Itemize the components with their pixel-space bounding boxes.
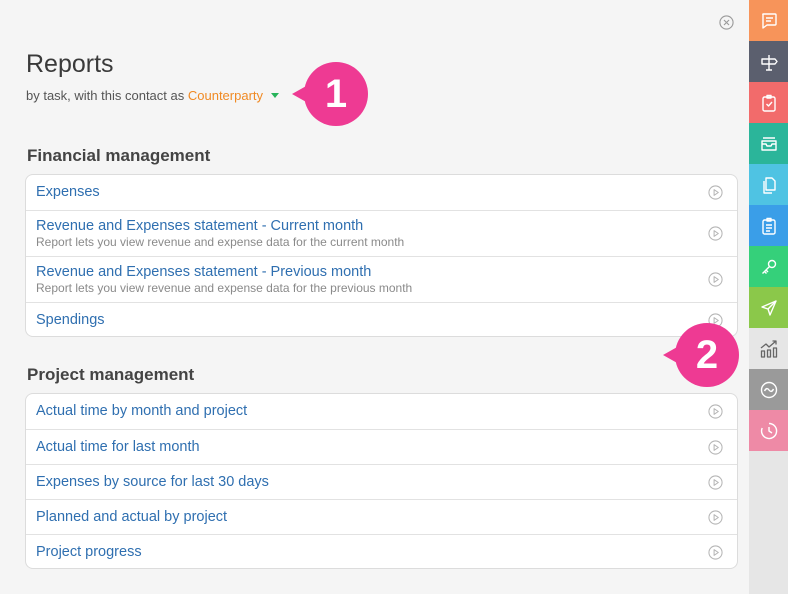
report-label: Revenue and Expenses statement - Current… xyxy=(36,218,364,234)
chat-icon xyxy=(761,12,777,29)
documents-icon xyxy=(762,176,776,194)
report-label: Actual time by month and project xyxy=(36,403,248,419)
report-description: Report lets you view revenue and expense… xyxy=(36,281,413,295)
financial-reports-list: Expenses Revenue and Expenses statement … xyxy=(25,174,738,337)
report-item-expenses-by-source[interactable]: Expenses by source for last 30 days xyxy=(26,464,737,499)
subtitle-prefix: by task, with this contact as xyxy=(26,88,185,103)
play-icon[interactable] xyxy=(708,475,723,490)
callout-badge-1: 1 xyxy=(292,62,368,126)
play-icon[interactable] xyxy=(708,226,723,241)
project-reports-list: Actual time by month and project Actual … xyxy=(25,393,738,569)
report-item-project-progress[interactable]: Project progress xyxy=(26,534,737,568)
report-label: Expenses xyxy=(36,184,100,200)
section-title-project: Project management xyxy=(27,365,195,384)
sidebar-item-inbox[interactable] xyxy=(749,123,788,164)
sidebar-item-activity[interactable] xyxy=(749,369,788,410)
play-icon[interactable] xyxy=(708,510,723,525)
report-item-expenses[interactable]: Expenses xyxy=(26,175,737,210)
section-title-financial: Financial management xyxy=(27,146,211,165)
report-label: Spendings xyxy=(36,312,105,328)
sidebar-item-clipboard[interactable] xyxy=(749,205,788,246)
send-icon xyxy=(760,299,777,316)
subtitle: by task, with this contact as Counterpar… xyxy=(26,88,280,103)
report-item-planned-and-actual[interactable]: Planned and actual by project xyxy=(26,499,737,534)
close-icon[interactable] xyxy=(719,15,734,30)
sidebar-item-keys[interactable] xyxy=(749,246,788,287)
sidebar-item-signpost[interactable] xyxy=(749,41,788,82)
report-label: Revenue and Expenses statement - Previou… xyxy=(36,264,372,280)
clipboard-icon xyxy=(761,217,776,235)
play-icon[interactable] xyxy=(708,272,723,287)
report-item-revenue-current[interactable]: Revenue and Expenses statement - Current… xyxy=(26,210,737,256)
report-description: Report lets you view revenue and expense… xyxy=(36,235,405,249)
report-label: Expenses by source for last 30 days xyxy=(36,474,269,490)
report-item-actual-time-last-month[interactable]: Actual time for last month xyxy=(26,429,737,464)
key-icon xyxy=(761,259,776,274)
report-item-spendings[interactable]: Spendings xyxy=(26,302,737,336)
report-item-actual-time-by-month[interactable]: Actual time by month and project xyxy=(26,394,737,429)
play-icon[interactable] xyxy=(708,545,723,560)
page-title: Reports xyxy=(26,50,114,78)
counterparty-dropdown[interactable]: Counterparty xyxy=(188,88,263,103)
callout-badge-2: 2 xyxy=(663,323,739,387)
play-icon[interactable] xyxy=(708,404,723,419)
report-item-revenue-previous[interactable]: Revenue and Expenses statement - Previou… xyxy=(26,256,737,302)
sidebar-item-reports[interactable] xyxy=(749,328,788,369)
sidebar-item-documents[interactable] xyxy=(749,164,788,205)
sidebar-item-send[interactable] xyxy=(749,287,788,328)
report-label: Project progress xyxy=(36,544,142,560)
main-panel: Reports by task, with this contact as Co… xyxy=(0,0,749,594)
sidebar xyxy=(749,0,788,594)
report-label: Actual time for last month xyxy=(36,439,200,455)
sidebar-item-chat[interactable] xyxy=(749,0,788,41)
reports-icon xyxy=(760,339,777,358)
chevron-down-icon[interactable] xyxy=(271,93,280,98)
play-icon[interactable] xyxy=(708,185,723,200)
chart-wave-icon xyxy=(760,381,777,398)
report-label: Planned and actual by project xyxy=(36,509,228,525)
signpost-icon xyxy=(760,54,778,71)
sidebar-item-tasks[interactable] xyxy=(749,82,788,123)
clock-icon xyxy=(760,422,777,439)
task-icon xyxy=(761,94,776,112)
sidebar-item-history[interactable] xyxy=(749,410,788,451)
inbox-icon xyxy=(760,136,777,151)
play-icon[interactable] xyxy=(708,440,723,455)
